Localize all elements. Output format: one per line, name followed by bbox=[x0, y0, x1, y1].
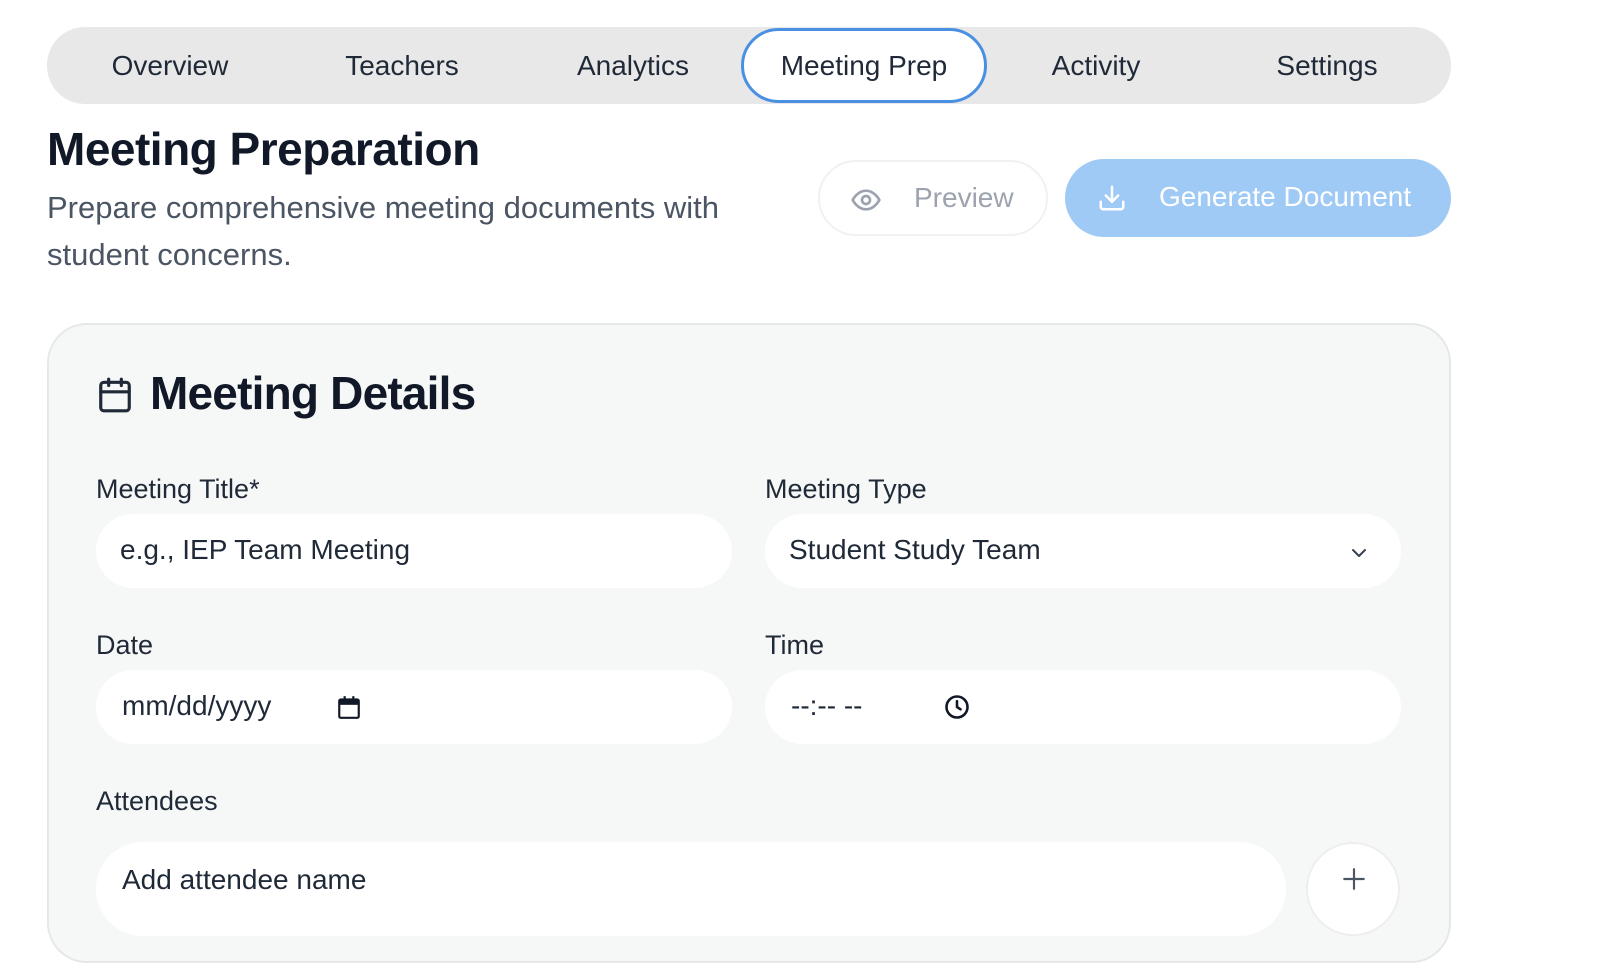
plus-icon bbox=[1341, 866, 1367, 897]
time-input[interactable]: --:-- -- bbox=[765, 670, 1401, 744]
date-input[interactable]: mm/dd/yyyy bbox=[96, 670, 732, 744]
meeting-type-value: Student Study Team bbox=[789, 534, 1041, 565]
attendee-name-input[interactable]: Add attendee name bbox=[96, 842, 1286, 936]
tab-teachers[interactable]: Teachers bbox=[317, 27, 487, 104]
chevron-down-icon bbox=[1347, 540, 1371, 572]
meeting-title-input[interactable]: e.g., IEP Team Meeting bbox=[96, 514, 732, 588]
clock-icon[interactable] bbox=[943, 693, 971, 728]
date-placeholder: mm/dd/yyyy bbox=[122, 690, 272, 721]
generate-document-button[interactable]: Generate Document bbox=[1065, 159, 1451, 237]
generate-document-label: Generate Document bbox=[1159, 181, 1412, 212]
tab-meeting-prep[interactable]: Meeting Prep bbox=[741, 28, 987, 103]
meeting-type-label: Meeting Type bbox=[765, 474, 927, 504]
eye-icon bbox=[850, 184, 882, 223]
attendee-name-placeholder: Add attendee name bbox=[122, 864, 367, 895]
page-title: Meeting Preparation bbox=[47, 123, 480, 175]
download-icon bbox=[1097, 183, 1127, 220]
preview-button[interactable]: Preview bbox=[818, 160, 1048, 236]
preview-label: Preview bbox=[914, 182, 1014, 213]
add-attendee-button[interactable] bbox=[1306, 842, 1400, 936]
meeting-type-select[interactable]: Student Study Team bbox=[765, 514, 1401, 588]
tab-analytics[interactable]: Analytics bbox=[549, 27, 717, 104]
calendar-icon bbox=[96, 376, 134, 419]
attendees-label: Attendees bbox=[96, 786, 218, 816]
tab-bar: Overview Teachers Analytics Meeting Prep… bbox=[47, 27, 1451, 104]
tab-overview[interactable]: Overview bbox=[87, 27, 253, 104]
page-subtitle: Prepare comprehensive meeting documents … bbox=[47, 190, 720, 272]
meeting-title-label: Meeting Title* bbox=[96, 474, 260, 504]
tab-settings[interactable]: Settings bbox=[1247, 27, 1407, 104]
calendar-picker-icon[interactable] bbox=[336, 693, 362, 728]
date-label: Date bbox=[96, 630, 154, 660]
tab-activity[interactable]: Activity bbox=[1023, 27, 1169, 104]
meeting-title-placeholder: e.g., IEP Team Meeting bbox=[120, 534, 411, 565]
time-placeholder: --:-- -- bbox=[791, 690, 863, 721]
meeting-details-title: Meeting Details bbox=[150, 367, 476, 419]
time-label: Time bbox=[765, 630, 824, 660]
